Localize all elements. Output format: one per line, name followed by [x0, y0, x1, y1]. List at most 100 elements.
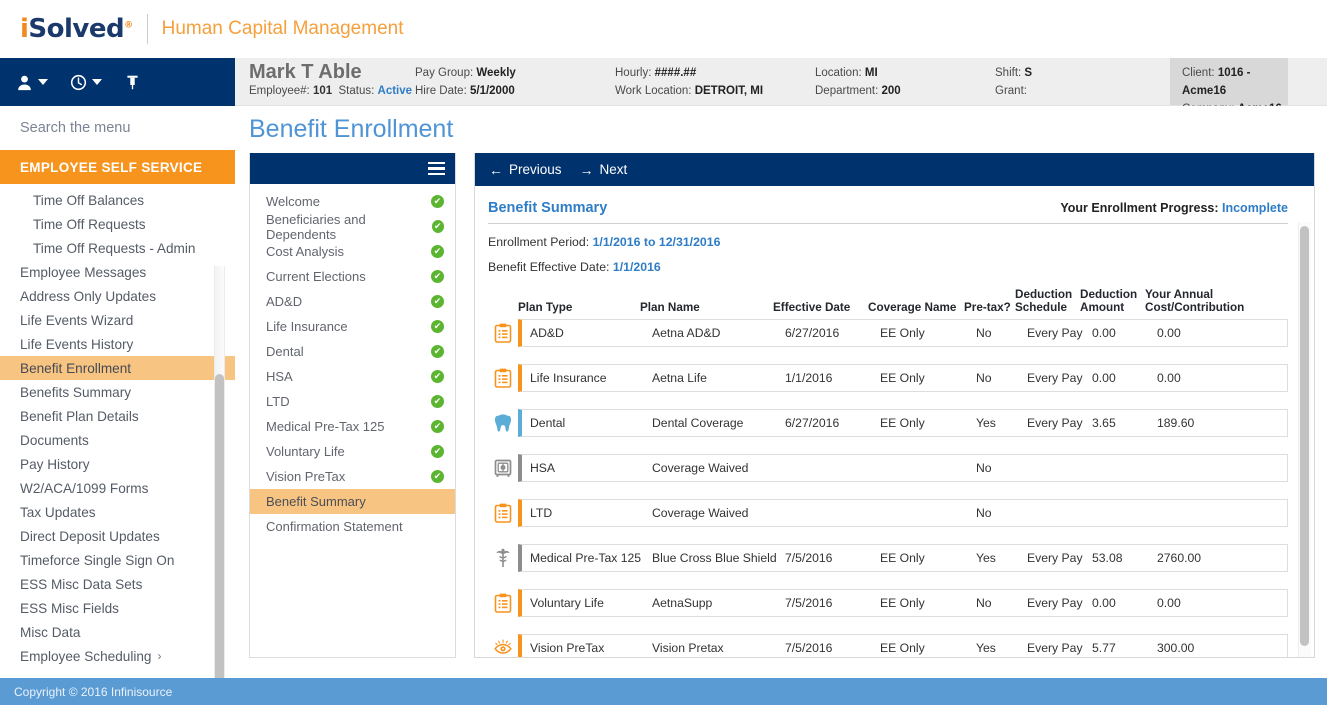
- sidebar-item-label: Timeforce Single Sign On: [20, 552, 175, 568]
- wizard-step-voluntary-life[interactable]: Voluntary Life ✔: [250, 439, 455, 464]
- wizard-step-cost-analysis[interactable]: Cost Analysis ✔: [250, 239, 455, 264]
- table-row[interactable]: LTD Coverage Waived No: [488, 499, 1288, 527]
- sidebar-item-timeforce-single-sign-on[interactable]: Timeforce Single Sign On: [0, 548, 235, 572]
- panel-scrollbar-thumb[interactable]: [1300, 226, 1309, 646]
- wizard-step-benefit-summary[interactable]: Benefit Summary: [250, 489, 455, 514]
- check-circle-icon: ✔: [431, 320, 444, 333]
- cell-effective-date: 1/1/2016: [785, 371, 833, 385]
- wizard-step-dental[interactable]: Dental ✔: [250, 339, 455, 364]
- wizard-step-beneficiaries-and-dependents[interactable]: Beneficiaries and Dependents ✔: [250, 212, 455, 242]
- table-row-content: LTD Coverage Waived No: [518, 499, 1288, 527]
- sidebar-item-benefit-plan-details[interactable]: Benefit Plan Details: [0, 404, 235, 428]
- cell-amount: 3.65: [1092, 416, 1116, 430]
- footer: Copyright © 2016 Infinisource: [0, 678, 1327, 705]
- sidebar-item-employee-messages[interactable]: Employee Messages: [0, 260, 235, 284]
- sidebar-item-time-off-requests-admin[interactable]: Time Off Requests - Admin: [0, 236, 235, 260]
- department-value: 200: [881, 85, 901, 97]
- col-header-deduction-amount: Deduction Amount: [1080, 288, 1145, 319]
- wizard-step-life-insurance[interactable]: Life Insurance ✔: [250, 314, 455, 339]
- wizard-step-confirmation-statement[interactable]: Confirmation Statement: [250, 514, 455, 539]
- wizard-step-welcome[interactable]: Welcome ✔: [250, 189, 455, 214]
- sidebar-item-direct-deposit-updates[interactable]: Direct Deposit Updates: [0, 524, 235, 548]
- employee-name: Mark T Able: [249, 61, 362, 83]
- cell-plan-name: Aetna AD&D: [652, 326, 721, 340]
- grant-label: Grant:: [995, 85, 1027, 97]
- wizard-step-label: Benefit Summary: [266, 494, 366, 509]
- sidebar-item-time-off-balances[interactable]: Time Off Balances: [0, 188, 235, 212]
- next-button[interactable]: → Next: [580, 162, 628, 178]
- cell-coverage-name: EE Only: [880, 416, 925, 430]
- work-location-value: DETROIT, MI: [694, 85, 764, 97]
- enrollment-progress: Your Enrollment Progress: Incomplete: [1060, 201, 1288, 215]
- enrollment-progress-label: Your Enrollment Progress:: [1060, 201, 1219, 215]
- sidebar-item-life-events-wizard[interactable]: Life Events Wizard: [0, 308, 235, 332]
- wizard-step-ad-d[interactable]: AD&D ✔: [250, 289, 455, 314]
- logo-divider: [146, 14, 148, 44]
- sidebar-item-benefit-enrollment[interactable]: Benefit Enrollment: [0, 356, 235, 380]
- clock-icon: [70, 74, 87, 90]
- table-row[interactable]: Medical Pre-Tax 125 Blue Cross Blue Shiel…: [488, 544, 1288, 572]
- sidebar-item-life-events-history[interactable]: Life Events History: [0, 332, 235, 356]
- sidebar-item-ess-misc-fields[interactable]: ESS Misc Fields: [0, 596, 235, 620]
- sidebar-item-time-off-requests[interactable]: Time Off Requests: [0, 212, 235, 236]
- wizard-step-medical-pre-tax-125[interactable]: Medical Pre-Tax 125 ✔: [250, 414, 455, 439]
- wizard-step-hsa[interactable]: HSA ✔: [250, 364, 455, 389]
- tooth-icon: [488, 409, 518, 437]
- sidebar-item-ess-misc-data-sets[interactable]: ESS Misc Data Sets: [0, 572, 235, 596]
- search-menu-label[interactable]: Search the menu: [0, 106, 235, 150]
- check-circle-icon: ✔: [431, 245, 444, 258]
- pin-button[interactable]: [124, 73, 141, 92]
- table-row[interactable]: HSA Coverage Waived No: [488, 454, 1288, 482]
- table-row[interactable]: Dental Dental Coverage 6/27/2016 EE Only Yes…: [488, 409, 1288, 437]
- cell-plan-type: HSA: [530, 461, 556, 475]
- cell-effective-date: 7/5/2016: [785, 596, 833, 610]
- sidebar-item-tax-updates[interactable]: Tax Updates: [0, 500, 235, 524]
- sidebar-item-benefits-summary[interactable]: Benefits Summary: [0, 380, 235, 404]
- sidebar-item-w2-aca-1099-forms[interactable]: W2/ACA/1099 Forms: [0, 476, 235, 500]
- sidebar-item-pay-history[interactable]: Pay History: [0, 452, 235, 476]
- sidebar-section-header: EMPLOYEE SELF SERVICE: [0, 150, 235, 184]
- col-header-line: Your Annual: [1145, 288, 1214, 301]
- sidebar-item-employee-scheduling[interactable]: Employee Scheduling ›: [0, 644, 235, 668]
- table-row[interactable]: Voluntary Life AetnaSupp 7/5/2016 EE Only No…: [488, 589, 1288, 617]
- hamburger-icon[interactable]: [428, 161, 445, 176]
- wizard-step-current-elections[interactable]: Current Elections ✔: [250, 264, 455, 289]
- effective-date-line: Benefit Effective Date: 1/1/2016: [488, 260, 1288, 274]
- user-menu[interactable]: [16, 73, 48, 92]
- brand-tagline: Human Capital Management: [161, 18, 404, 39]
- wizard-step-vision-pretax[interactable]: Vision PreTax ✔: [250, 464, 455, 489]
- wizard-step-ltd[interactable]: LTD ✔: [250, 389, 455, 414]
- sidebar-item-label: Life Events History: [20, 336, 134, 352]
- right-region: Mark T Able Employee#: 101 Status: Activ…: [235, 58, 1327, 678]
- cell-schedule: Every Pay: [1027, 596, 1083, 610]
- check-circle-icon: ✔: [431, 220, 444, 233]
- table-row[interactable]: AD&D Aetna AD&D 6/27/2016 EE Only No Every Pa…: [488, 319, 1288, 347]
- app-body: Search the menu EMPLOYEE SELF SERVICE Ti…: [0, 58, 1327, 678]
- cell-plan-name: Coverage Waived: [652, 506, 749, 520]
- sidebar-item-documents[interactable]: Documents: [0, 428, 235, 452]
- benefit-summary-panel: ← Previous → Next Benefit Summary Your E…: [474, 153, 1315, 658]
- effective-date-value: 1/1/2016: [612, 260, 661, 274]
- cell-pretax: No: [976, 506, 992, 520]
- col-header-your-annual-cost-contribution: Your Annual Cost/Contribution: [1145, 288, 1288, 319]
- location-value: MI: [864, 67, 878, 79]
- content-area: Welcome ✔ Beneficiaries and Dependents ✔ Cos…: [235, 153, 1327, 678]
- sidebar-scrollbar-thumb[interactable]: [215, 374, 224, 678]
- wizard-nav-panel: Welcome ✔ Beneficiaries and Dependents ✔ Cos…: [249, 153, 456, 658]
- logo[interactable]: iSolved®: [20, 14, 133, 44]
- cell-pretax: Yes: [976, 416, 996, 430]
- chevron-down-icon: [92, 79, 102, 85]
- cell-plan-name: Vision Pretax: [652, 641, 724, 655]
- cell-schedule: Every Pay: [1027, 326, 1083, 340]
- table-row[interactable]: Life Insurance Aetna Life 1/1/2016 EE Only N…: [488, 364, 1288, 392]
- sidebar-item-misc-data[interactable]: Misc Data: [0, 620, 235, 644]
- arrow-left-icon: ←: [489, 161, 503, 178]
- time-menu[interactable]: [70, 73, 102, 92]
- cell-amount: 53.08: [1092, 551, 1123, 565]
- table-row-content: Life Insurance Aetna Life 1/1/2016 EE Only N…: [518, 364, 1288, 392]
- cell-pretax: No: [976, 371, 992, 385]
- previous-button[interactable]: ← Previous: [489, 162, 562, 178]
- sidebar-item-address-only-updates[interactable]: Address Only Updates: [0, 284, 235, 308]
- col-header-deduction-schedule: Deduction Schedule: [1015, 288, 1080, 319]
- table-row[interactable]: Vision PreTax Vision Pretax 7/5/2016 EE Onl…: [488, 634, 1288, 657]
